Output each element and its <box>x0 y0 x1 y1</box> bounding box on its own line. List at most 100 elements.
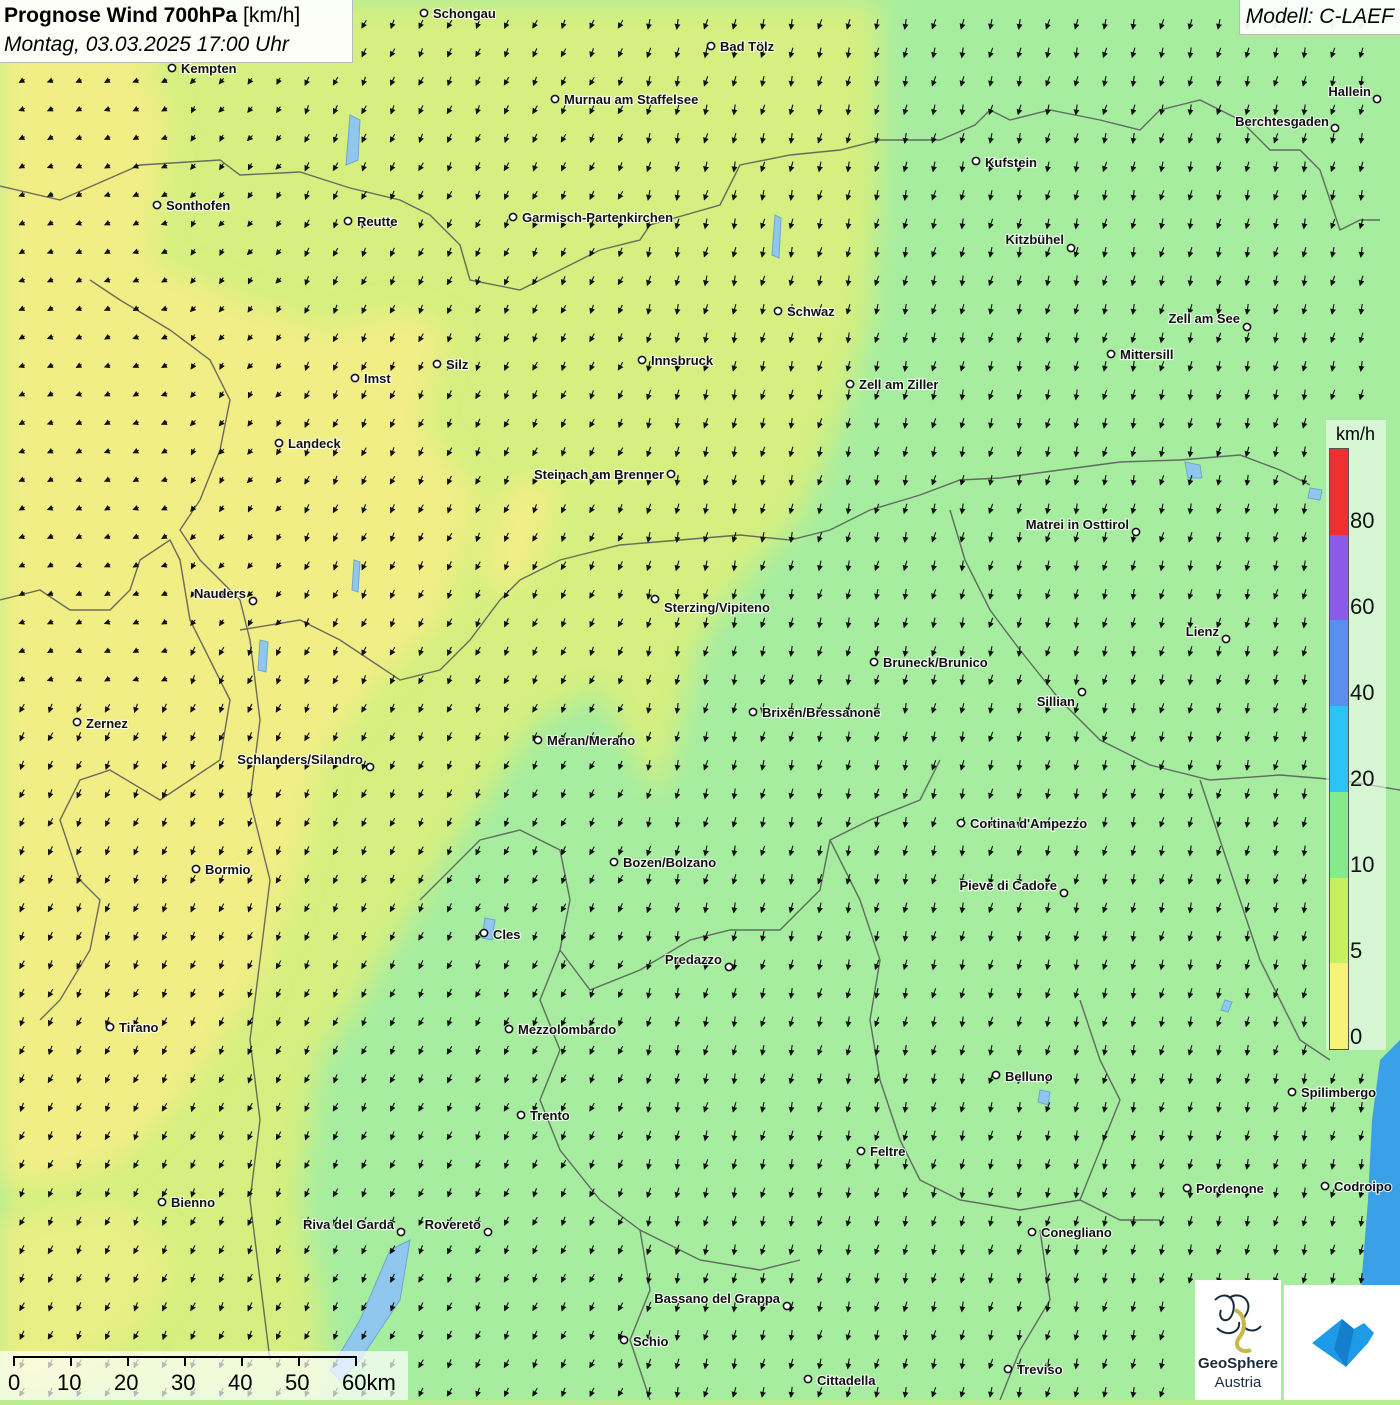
legend-label: 20 <box>1350 766 1375 791</box>
logo-text-austria: Austria <box>1214 1374 1262 1391</box>
city-marker <box>619 1335 629 1345</box>
city-label: Bozen/Bolzano <box>623 855 716 870</box>
city-marker <box>1182 1183 1192 1193</box>
city-label: Landeck <box>288 436 342 451</box>
city-marker <box>432 359 442 369</box>
scale-label: 40 <box>228 1370 253 1395</box>
city-label: Sillian <box>1037 694 1075 709</box>
city-label: Schlanders/Silandro <box>237 752 363 767</box>
city-marker <box>991 1070 1001 1080</box>
city-marker <box>666 469 676 479</box>
city-label: Berchtesgaden <box>1235 114 1329 129</box>
scale-label: 30 <box>171 1370 196 1395</box>
city-marker <box>248 596 258 606</box>
lake <box>257 639 269 673</box>
city-label: Murnau am Staffelsee <box>564 92 698 107</box>
city-label: Rovereto <box>425 1217 481 1232</box>
city-label: Kufstein <box>985 155 1037 170</box>
city-berchtesgaden: Berchtesgaden <box>1234 113 1340 133</box>
city-label: Pordenone <box>1196 1181 1264 1196</box>
city-label: Innsbruck <box>651 353 714 368</box>
city-marker <box>1221 634 1231 644</box>
city-label: Treviso <box>1017 1362 1063 1377</box>
scale-label: 20 <box>114 1370 139 1395</box>
map-title-main: Prognose Wind 700hPa <box>4 4 238 27</box>
city-label: Nauders <box>194 586 246 601</box>
city-marker <box>1242 322 1252 332</box>
city-marker <box>956 818 966 828</box>
scale-tick <box>13 1356 15 1366</box>
legend-label: 10 <box>1350 852 1375 877</box>
city-label: Steinach am Brenner <box>534 467 664 482</box>
city-label: Bienno <box>171 1195 215 1210</box>
city-label: Cortina d'Ampezzo <box>970 816 1087 831</box>
city-marker <box>1077 687 1087 697</box>
city-marker <box>706 41 716 51</box>
city-bozen-bolzano: Bozen/Bolzano <box>609 854 717 871</box>
city-murnau-am-staffelsee: Murnau am Staffelsee <box>550 91 699 108</box>
city-pordenone: Pordenone <box>1182 1180 1265 1197</box>
legend-label: 60 <box>1350 594 1375 619</box>
weather-app-icon <box>1312 1319 1374 1367</box>
city-brixen-bressanone: Brixen/Bressanone <box>748 704 882 721</box>
city-label: Matrei in Osttirol <box>1026 517 1129 532</box>
city-label: Silz <box>446 357 469 372</box>
legend-segment <box>1330 449 1348 536</box>
city-label: Schio <box>633 1334 668 1349</box>
city-garmisch-partenkirchen: Garmisch-Partenkirchen <box>508 209 674 226</box>
scale-label: 10 <box>57 1370 82 1395</box>
map-title-unit: [km/h] <box>243 4 301 27</box>
city-marker <box>504 1024 514 1034</box>
city-marker <box>1287 1087 1297 1097</box>
city-label: Schwaz <box>787 304 835 319</box>
legend-colorbar <box>1329 448 1349 1050</box>
city-label: Mezzolombardo <box>518 1022 616 1037</box>
logo-text-geosphere: GeoSphere <box>1197 1355 1279 1372</box>
city-label: Cles <box>493 927 520 942</box>
city-label: Bassano del Grappa <box>654 1291 780 1306</box>
legend-segment <box>1330 706 1348 793</box>
lake <box>1307 487 1323 501</box>
city-marker <box>856 1146 866 1156</box>
city-marker <box>533 735 543 745</box>
city-marker <box>609 857 619 867</box>
city-marker <box>479 928 489 938</box>
city-marker <box>365 762 375 772</box>
city-label: Sterzing/Vipiteno <box>664 600 770 615</box>
city-marker <box>1027 1227 1037 1237</box>
city-marker <box>650 594 660 604</box>
city-mezzolombardo: Mezzolombardo <box>504 1021 617 1038</box>
city-marker <box>803 1374 813 1384</box>
city-marker <box>516 1110 526 1120</box>
city-marker <box>845 379 855 389</box>
city-marker <box>1106 349 1116 359</box>
lake <box>1184 461 1203 479</box>
scale-label: 60km <box>342 1370 396 1395</box>
wind-map: Schongau Kempten Bad Tölz Murnau am Staffel… <box>0 0 1400 1400</box>
lake <box>351 559 361 593</box>
city-marker <box>550 94 560 104</box>
city-marker <box>1330 123 1340 133</box>
city-marker <box>274 438 284 448</box>
city-marker <box>637 355 647 365</box>
city-label: Zell am See <box>1168 311 1240 326</box>
scale-tick <box>127 1356 129 1366</box>
city-label: Hallein <box>1328 84 1371 99</box>
map-title: Prognose Wind 700hPa [km/h] <box>4 4 300 28</box>
city-label: Garmisch-Partenkirchen <box>522 210 673 225</box>
city-marker <box>1320 1181 1330 1191</box>
city-marker <box>350 373 360 383</box>
city-steinach-am-brenner: Steinach am Brenner <box>533 466 676 483</box>
legend-segment <box>1330 963 1348 1050</box>
city-marker <box>343 216 353 226</box>
city-marker <box>782 1301 792 1311</box>
city-marker <box>1003 1364 1013 1374</box>
city-marker <box>105 1022 115 1032</box>
city-label: Kempten <box>181 61 237 76</box>
city-marker <box>1059 888 1069 898</box>
city-cortina-d-ampezzo: Cortina d'Ampezzo <box>956 815 1088 832</box>
scale-tick <box>355 1356 357 1366</box>
city-marker <box>152 200 162 210</box>
city-label: Mittersill <box>1120 347 1173 362</box>
city-label: Lienz <box>1186 624 1220 639</box>
